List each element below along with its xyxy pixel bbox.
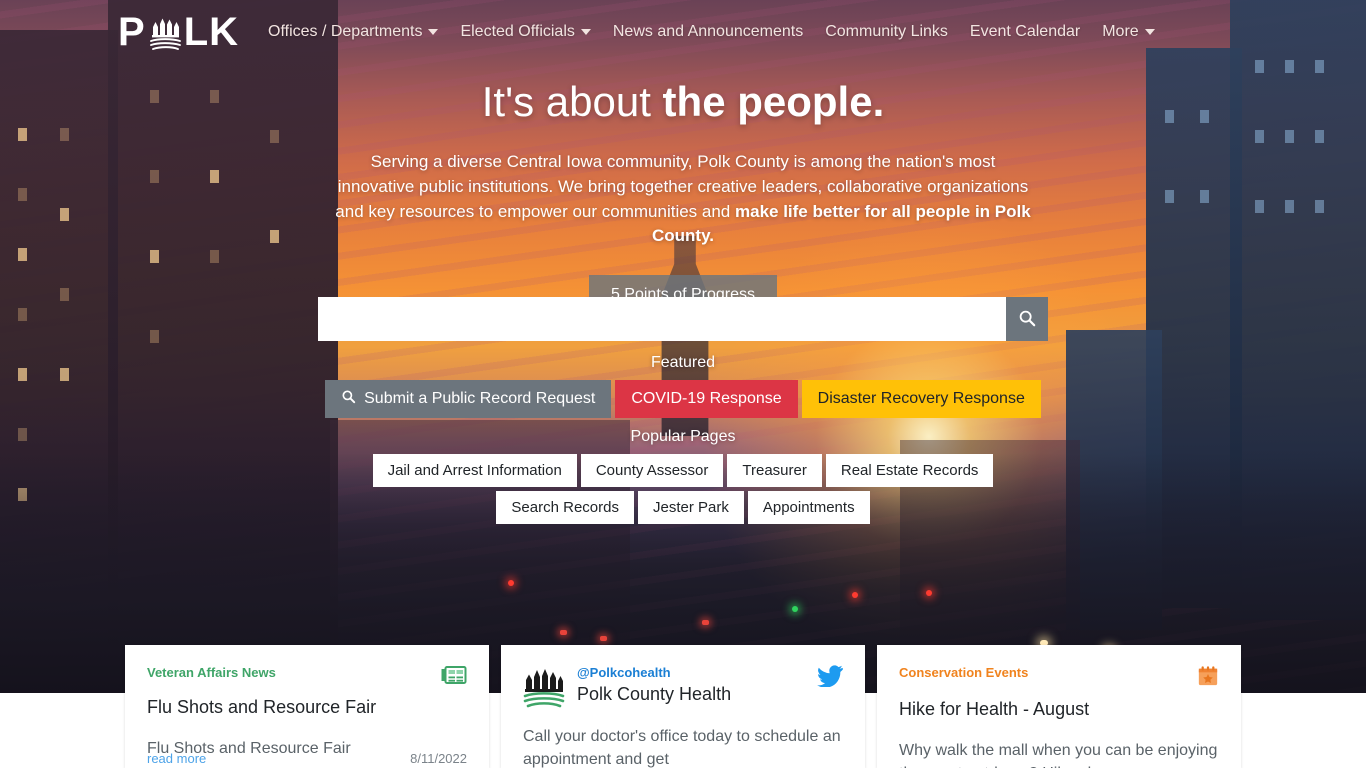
hero-description: Serving a diverse Central Iowa community… <box>333 150 1033 249</box>
button-label: Disaster Recovery Response <box>817 390 1025 407</box>
read-more-link[interactable]: read more <box>147 751 206 766</box>
card-title: Flu Shots and Resource Fair <box>147 697 377 717</box>
card-footer: read more 8/11/2022 <box>147 751 467 766</box>
card-category: Veteran Affairs News <box>147 665 276 680</box>
popular-button-appointments[interactable]: Appointments <box>747 491 870 524</box>
brand-text-after: LK <box>183 9 240 54</box>
popular-button-treasurer[interactable]: Treasurer <box>727 454 822 487</box>
card-header: Conservation Events <box>899 665 1219 692</box>
nav-label: Event Calendar <box>969 22 1081 40</box>
nav-label: Community Links <box>825 22 948 40</box>
avatar <box>523 667 565 709</box>
card-date: 8/11/2022 <box>410 751 467 766</box>
hero-title-bold: the people. <box>662 78 885 125</box>
nav-item-community-links[interactable]: Community Links <box>814 15 959 49</box>
news-card[interactable]: Veteran Affairs News Flu Shots and Resou… <box>125 645 489 768</box>
tweet-account-name: Polk County Health <box>577 684 732 704</box>
tweet-meta: @Polkcohealth Polk County Health <box>577 665 805 705</box>
card-body: Why walk the mall when you can be enjoyi… <box>899 741 1218 768</box>
nav-item-elected-officials[interactable]: Elected Officials <box>449 15 601 49</box>
search-input[interactable] <box>318 297 1006 341</box>
polk-capitol-emblem-icon <box>147 16 183 52</box>
page-title: It's about the people. <box>0 78 1366 126</box>
nav-item-more[interactable]: More <box>1091 15 1165 49</box>
tweet-body: Call your doctor's office today to sched… <box>523 728 841 768</box>
disaster-recovery-response-button[interactable]: Disaster Recovery Response <box>801 380 1041 418</box>
tweet-handle: @Polkcohealth <box>577 665 671 680</box>
nav-links: Offices / Departments Elected Officials … <box>257 15 1166 49</box>
button-label: Submit a Public Record Request <box>364 390 596 407</box>
search-icon <box>1018 309 1036 330</box>
calendar-star-icon <box>1197 665 1219 692</box>
popular-pages-buttons: Jail and Arrest Information County Asses… <box>333 454 1033 524</box>
nav-item-event-calendar[interactable]: Event Calendar <box>959 15 1091 49</box>
twitter-bird-icon[interactable] <box>817 665 843 692</box>
card-title: Hike for Health - August <box>899 699 1090 719</box>
highlight-cards: Veteran Affairs News Flu Shots and Resou… <box>125 645 1241 768</box>
main-navigation: P LK Offices / Departments Elected Offic… <box>0 0 1366 63</box>
popular-button-jester-park[interactable]: Jester Park <box>637 491 744 524</box>
covid-19-response-button[interactable]: COVID-19 Response <box>615 380 798 418</box>
chevron-down-icon <box>1144 28 1155 35</box>
popular-pages-label: Popular Pages <box>630 428 736 445</box>
nav-item-offices-departments[interactable]: Offices / Departments <box>257 15 449 49</box>
chevron-down-icon <box>428 28 439 35</box>
card-header: @Polkcohealth Polk County Health <box>523 665 843 709</box>
nav-label: Offices / Departments <box>268 22 423 40</box>
popular-button-jail-and-arrest-information[interactable]: Jail and Arrest Information <box>372 454 577 487</box>
card-header: Veteran Affairs News <box>147 665 467 690</box>
featured-buttons: Submit a Public Record Request COVID-19 … <box>0 380 1366 418</box>
card-category: Conservation Events <box>899 665 1029 680</box>
brand-text-before: P <box>118 9 146 54</box>
hero-title-light: It's about <box>481 78 663 125</box>
nav-label: Elected Officials <box>460 22 575 40</box>
popular-button-county-assessor[interactable]: County Assessor <box>580 454 724 487</box>
nav-item-news-and-announcements[interactable]: News and Announcements <box>602 15 814 49</box>
button-label: COVID-19 Response <box>631 390 782 407</box>
nav-label: News and Announcements <box>612 22 804 40</box>
popular-button-real-estate-records[interactable]: Real Estate Records <box>825 454 994 487</box>
site-logo[interactable]: P LK <box>118 0 239 63</box>
event-card[interactable]: Conservation Events Hike for Health - Au… <box>877 645 1241 768</box>
tweet-card[interactable]: @Polkcohealth Polk County Health Call yo… <box>501 645 865 768</box>
site-search <box>318 297 1048 341</box>
chevron-down-icon <box>580 28 591 35</box>
search-submit-button[interactable] <box>1006 297 1048 341</box>
submit-public-record-request-button[interactable]: Submit a Public Record Request <box>325 380 612 418</box>
nav-label: More <box>1102 22 1139 40</box>
search-icon <box>341 389 356 409</box>
popular-button-search-records[interactable]: Search Records <box>496 491 634 524</box>
featured-label: Featured <box>650 354 716 371</box>
newspaper-icon <box>441 665 467 690</box>
